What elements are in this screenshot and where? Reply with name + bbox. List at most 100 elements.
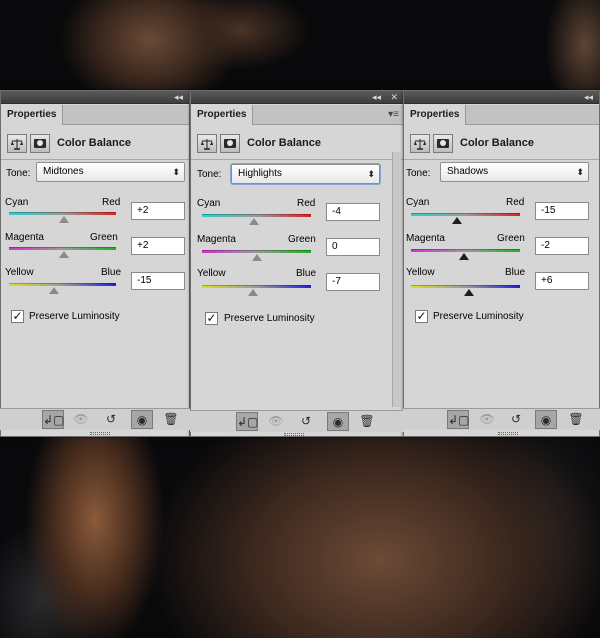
cyan-label: Cyan <box>5 197 29 208</box>
yellow-label: Yellow <box>406 267 435 278</box>
delete-button[interactable]: 🗑 <box>356 412 378 431</box>
close-icon[interactable]: ✕ <box>390 92 398 102</box>
view-previous-button[interactable]: 👁 <box>70 410 92 429</box>
clip-to-layer-button[interactable]: ↲▢ <box>447 410 469 429</box>
cyan-red-slider[interactable] <box>9 212 116 215</box>
yellow-blue-value[interactable]: -15 <box>131 272 185 290</box>
cyan-red-value[interactable]: +2 <box>131 202 185 220</box>
panel-tab-row: Properties <box>1 105 189 125</box>
delete-button[interactable]: 🗑 <box>160 410 182 429</box>
panel-footer: ↲▢ 👁 ↺ ◉ 🗑 <box>0 408 190 430</box>
panel-titlebar: ◂◂ <box>404 91 599 104</box>
cyan-label: Cyan <box>197 198 221 209</box>
yellow-blue-slider[interactable] <box>202 285 311 288</box>
layer-mask-icon[interactable] <box>433 134 453 153</box>
cyan-label: Cyan <box>406 197 430 208</box>
panel-tab-row: Properties <box>404 105 599 125</box>
panel-tab-row: Properties ▾≡ <box>191 105 403 125</box>
layer-mask-icon[interactable] <box>30 134 50 153</box>
clip-to-layer-button[interactable]: ↲▢ <box>42 410 64 429</box>
tab-properties[interactable]: Properties <box>191 105 254 125</box>
slider-thumb[interactable] <box>49 287 60 294</box>
slider-thumb[interactable] <box>58 216 69 223</box>
reset-button[interactable]: ↺ <box>505 410 527 429</box>
clip-to-layer-button[interactable]: ↲▢ <box>236 412 258 431</box>
cyan-red-slider[interactable] <box>411 213 520 216</box>
panel-menu-icon[interactable]: ▾≡ <box>388 109 399 120</box>
adjustment-header: Color Balance <box>404 126 599 160</box>
panel-scrollbar[interactable] <box>392 152 401 407</box>
preserve-luminosity-checkbox[interactable]: ✓ <box>205 312 218 325</box>
adjustment-title: Color Balance <box>247 137 321 149</box>
cyan-red-value[interactable]: -4 <box>326 203 380 221</box>
select-arrows-icon: ⬍ <box>367 169 375 179</box>
preserve-luminosity-checkbox[interactable]: ✓ <box>11 310 24 323</box>
collapse-icon[interactable]: ◂◂ <box>372 92 381 102</box>
tab-properties[interactable]: Properties <box>1 105 64 125</box>
magenta-green-value[interactable]: +2 <box>131 237 185 255</box>
view-previous-button[interactable]: 👁 <box>265 412 287 431</box>
resize-grip[interactable] <box>90 432 110 435</box>
tone-select[interactable]: Shadows ⬍ <box>440 162 589 182</box>
panel-footer: ↲▢ 👁 ↺ ◉ 🗑 <box>403 408 600 430</box>
yellow-blue-value[interactable]: -7 <box>326 273 380 291</box>
blue-label: Blue <box>101 267 122 278</box>
slider-thumb[interactable] <box>58 251 69 258</box>
slider-thumb[interactable] <box>459 253 470 260</box>
adjustment-title: Color Balance <box>57 137 131 149</box>
magenta-green-value[interactable]: 0 <box>326 238 380 256</box>
red-label: Red <box>102 197 121 208</box>
properties-panel-shadows: ◂◂ Properties Color Balance <box>403 90 600 437</box>
red-label: Red <box>297 198 316 209</box>
adjustment-title: Color Balance <box>460 137 534 149</box>
yellow-blue-value[interactable]: +6 <box>535 272 589 290</box>
magenta-label: Magenta <box>406 233 445 244</box>
slider-thumb[interactable] <box>452 217 463 224</box>
cyan-red-slider[interactable] <box>202 214 311 217</box>
slider-thumb[interactable] <box>249 218 260 225</box>
collapse-icon[interactable]: ◂◂ <box>174 92 183 102</box>
view-previous-button[interactable]: 👁 <box>476 410 498 429</box>
yellow-label: Yellow <box>197 268 226 279</box>
magenta-green-slider[interactable] <box>411 249 520 252</box>
select-arrows-icon: ⬍ <box>172 167 180 177</box>
color-balance-icon[interactable] <box>7 134 27 153</box>
panel-titlebar: ◂◂ <box>1 91 189 104</box>
preserve-luminosity-label: Preserve Luminosity <box>433 311 524 322</box>
resize-grip[interactable] <box>284 433 304 436</box>
yellow-blue-slider[interactable] <box>9 283 116 286</box>
toggle-visibility-button[interactable]: ◉ <box>535 410 557 429</box>
cyan-red-value[interactable]: -15 <box>535 202 589 220</box>
toggle-visibility-button[interactable]: ◉ <box>131 410 153 429</box>
slider-thumb[interactable] <box>247 289 258 296</box>
magenta-green-value[interactable]: -2 <box>535 237 589 255</box>
magenta-green-slider[interactable] <box>202 250 311 253</box>
panel-titlebar: ◂◂ ✕ <box>191 91 403 104</box>
magenta-green-slider[interactable] <box>9 247 116 250</box>
reset-button[interactable]: ↺ <box>295 412 317 431</box>
layer-mask-icon[interactable] <box>220 134 240 153</box>
tab-properties[interactable]: Properties <box>404 105 467 125</box>
blue-label: Blue <box>296 268 317 279</box>
resize-grip[interactable] <box>498 432 518 435</box>
tone-select[interactable]: Midtones ⬍ <box>36 162 185 182</box>
color-balance-icon[interactable] <box>410 134 430 153</box>
properties-panel-highlights: ◂◂ ✕ Properties ▾≡ Color Balance <box>190 90 404 437</box>
tone-select[interactable]: Highlights ⬍ <box>231 164 380 184</box>
adjustment-header: Color Balance <box>191 126 403 160</box>
toggle-visibility-button[interactable]: ◉ <box>327 412 349 431</box>
properties-panel-midtones: ◂◂ Properties Color Balance <box>0 90 190 437</box>
collapse-icon[interactable]: ◂◂ <box>584 92 593 102</box>
reset-button[interactable]: ↺ <box>100 410 122 429</box>
yellow-label: Yellow <box>5 267 34 278</box>
slider-thumb[interactable] <box>251 254 262 261</box>
red-label: Red <box>506 197 525 208</box>
preserve-luminosity-checkbox[interactable]: ✓ <box>415 310 428 323</box>
adjustment-header: Color Balance <box>1 126 189 160</box>
magenta-label: Magenta <box>5 232 44 243</box>
color-balance-icon[interactable] <box>197 134 217 153</box>
tone-label: Tone: <box>197 169 222 180</box>
yellow-blue-slider[interactable] <box>411 285 520 288</box>
delete-button[interactable]: 🗑 <box>565 410 587 429</box>
slider-thumb[interactable] <box>463 289 474 296</box>
